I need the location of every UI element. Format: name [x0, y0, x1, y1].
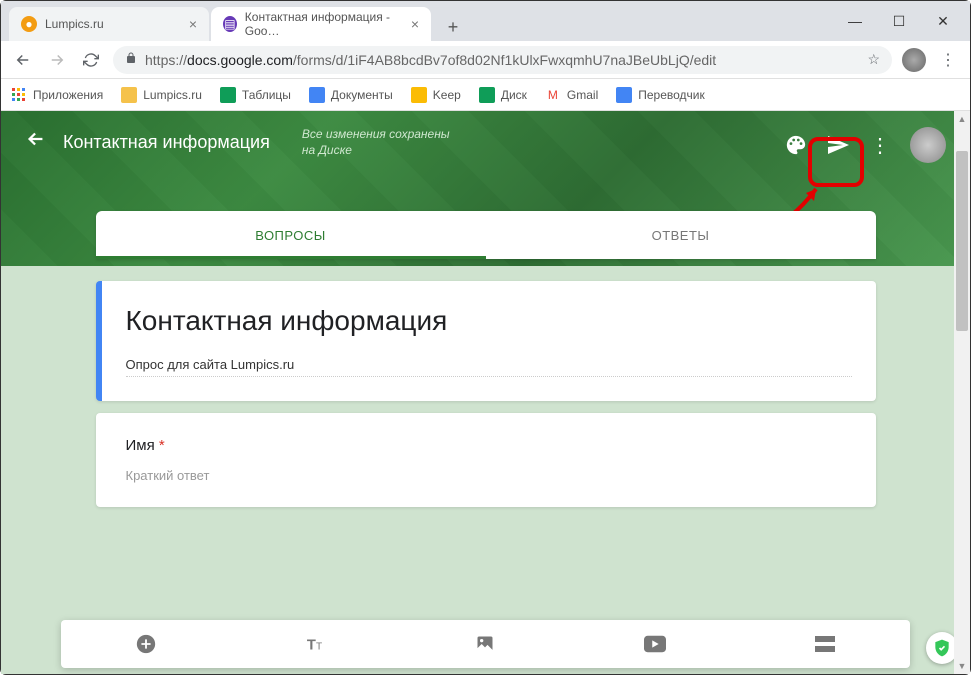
tab-title: Контактная информация - Goo…: [245, 10, 403, 38]
close-icon[interactable]: ×: [189, 16, 197, 32]
bookmark-docs[interactable]: Документы: [309, 87, 393, 103]
bookmark-label: Lumpics.ru: [143, 88, 202, 102]
form-tabs: ВОПРОСЫ ОТВЕТЫ: [96, 211, 876, 259]
form-title-text[interactable]: Контактная информация: [126, 305, 852, 337]
bookmark-apps[interactable]: Приложения: [11, 87, 103, 103]
add-title-button[interactable]: TT: [304, 632, 328, 656]
bookmark-translate[interactable]: Переводчик: [616, 87, 705, 103]
bookmark-lumpics[interactable]: Lumpics.ru: [121, 87, 202, 103]
account-avatar[interactable]: [910, 127, 946, 163]
question-label[interactable]: Имя *: [126, 437, 852, 454]
bookmark-keep[interactable]: Keep: [411, 87, 461, 103]
form-title[interactable]: Контактная информация: [63, 132, 270, 153]
forms-app-area: Контактная информация Все изменения сохр…: [1, 111, 970, 674]
window-close[interactable]: ✕: [936, 14, 950, 28]
drive-icon: [479, 87, 495, 103]
vertical-scrollbar[interactable]: ▲ ▼: [954, 111, 970, 674]
sheets-icon: [220, 87, 236, 103]
add-image-button[interactable]: [473, 632, 497, 656]
bookmark-label: Приложения: [33, 88, 103, 102]
scroll-down-button[interactable]: ▼: [954, 658, 970, 674]
back-arrow-button[interactable]: [25, 128, 47, 157]
docs-icon: [309, 87, 325, 103]
keep-icon: [411, 87, 427, 103]
bookmark-star-icon[interactable]: ☆: [867, 51, 880, 68]
bookmarks-bar: Приложения Lumpics.ru Таблицы Документы …: [1, 79, 970, 111]
answer-placeholder: Краткий ответ: [126, 468, 852, 483]
browser-tab-lumpics[interactable]: ● Lumpics.ru ×: [9, 7, 209, 41]
close-icon[interactable]: ×: [411, 16, 419, 32]
save-status: Все изменения сохранены на Диске: [302, 127, 462, 158]
bookmark-gmail[interactable]: M Gmail: [545, 87, 598, 103]
form-scroll-area: Контактная информация Опрос для сайта Lu…: [1, 271, 970, 674]
tab-responses[interactable]: ОТВЕТЫ: [486, 211, 876, 259]
question-toolbar: TT: [61, 620, 910, 668]
browser-menu-button[interactable]: ⋮: [936, 48, 960, 72]
question-card[interactable]: Имя * Краткий ответ: [96, 413, 876, 507]
nav-back-button[interactable]: [11, 48, 35, 72]
palette-icon[interactable]: [784, 133, 808, 157]
new-tab-button[interactable]: +: [439, 13, 467, 41]
favicon-icon: ●: [21, 16, 37, 32]
scroll-up-button[interactable]: ▲: [954, 111, 970, 127]
svg-text:T: T: [316, 642, 322, 653]
form-description-text[interactable]: Опрос для сайта Lumpics.ru: [126, 357, 852, 377]
annotation-highlight: [808, 137, 864, 187]
translate-icon: [616, 87, 632, 103]
bookmark-label: Переводчик: [638, 88, 705, 102]
nav-forward-button[interactable]: [45, 48, 69, 72]
tab-questions[interactable]: ВОПРОСЫ: [96, 211, 486, 259]
bookmark-label: Gmail: [567, 88, 598, 102]
address-bar-row: https://docs.google.com/forms/d/1iF4AB8b…: [1, 41, 970, 79]
gmail-icon: M: [545, 87, 561, 103]
browser-tab-forms[interactable]: ▤ Контактная информация - Goo… ×: [211, 7, 431, 41]
address-bar[interactable]: https://docs.google.com/forms/d/1iF4AB8b…: [113, 46, 892, 74]
folder-icon: [121, 87, 137, 103]
bookmark-label: Таблицы: [242, 88, 291, 102]
tab-title: Lumpics.ru: [45, 17, 104, 31]
apps-icon: [11, 87, 27, 103]
required-indicator: *: [159, 437, 165, 454]
window-maximize[interactable]: ☐: [892, 14, 906, 28]
scroll-thumb[interactable]: [956, 151, 968, 331]
add-video-button[interactable]: [643, 632, 667, 656]
bookmark-label: Диск: [501, 88, 527, 102]
bookmark-drive[interactable]: Диск: [479, 87, 527, 103]
profile-avatar[interactable]: [902, 48, 926, 72]
form-title-card[interactable]: Контактная информация Опрос для сайта Lu…: [96, 281, 876, 401]
url-text: https://docs.google.com/forms/d/1iF4AB8b…: [145, 52, 716, 68]
add-section-button[interactable]: [813, 632, 837, 656]
bookmark-label: Keep: [433, 88, 461, 102]
bookmark-label: Документы: [331, 88, 393, 102]
browser-tab-strip: ● Lumpics.ru × ▤ Контактная информация -…: [1, 1, 970, 41]
lock-icon: [125, 52, 137, 67]
nav-reload-button[interactable]: [79, 48, 103, 72]
more-menu-button[interactable]: ⋮: [868, 133, 892, 157]
send-button[interactable]: [826, 133, 850, 157]
window-minimize[interactable]: —: [848, 14, 862, 28]
add-question-button[interactable]: [134, 632, 158, 656]
bookmark-sheets[interactable]: Таблицы: [220, 87, 291, 103]
favicon-icon: ▤: [223, 16, 237, 32]
svg-text:T: T: [307, 638, 316, 654]
